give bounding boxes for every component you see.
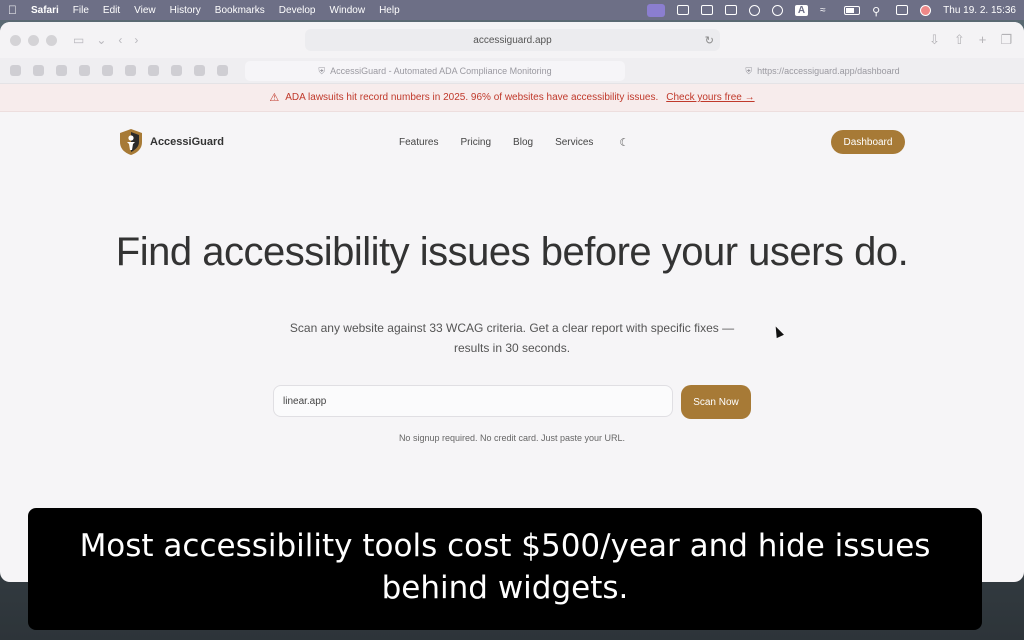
macos-menubar:  Safari File Edit View History Bookmark… [0, 0, 1024, 20]
announcement-banner: ⚠ ADA lawsuits hit record numbers in 202… [0, 84, 1024, 112]
nav-services[interactable]: Services [555, 137, 593, 148]
menu-bookmarks[interactable]: Bookmarks [215, 5, 265, 16]
menubar-clock[interactable]: Thu 19. 2. 15:36 [943, 5, 1016, 16]
scan-form: Scan Now [273, 385, 751, 419]
tab-accessiguard-home[interactable]: ⛨ AccessiGuard - Automated ADA Complianc… [245, 61, 625, 81]
shield-logo-icon [120, 129, 142, 155]
video-caption: Most accessibility tools cost $500/year … [28, 508, 982, 630]
reload-icon[interactable]: ↻ [705, 34, 714, 47]
favorites-and-tabs-bar: ⛨ AccessiGuard - Automated ADA Complianc… [0, 58, 1024, 84]
play-icon[interactable] [771, 4, 783, 16]
favorite-icon-2[interactable] [33, 65, 44, 76]
favorite-icon-1[interactable] [10, 65, 21, 76]
nav-pricing[interactable]: Pricing [460, 137, 491, 148]
nav-features[interactable]: Features [399, 137, 438, 148]
caption-line1: Most accessibility tools cost $500/year … [79, 528, 931, 564]
contrast-icon[interactable] [748, 4, 760, 16]
apple-icon[interactable]:  [8, 3, 17, 17]
battery-icon[interactable] [844, 5, 861, 15]
menu-view[interactable]: View [134, 5, 156, 16]
github-icon[interactable] [194, 65, 205, 76]
banner-text: ADA lawsuits hit record numbers in 2025.… [285, 92, 659, 103]
favorite-icon-6[interactable] [125, 65, 136, 76]
minimize-window-button[interactable] [28, 34, 39, 46]
grid-icon[interactable] [700, 5, 713, 15]
main-nav: Features Pricing Blog Services ☾ [399, 112, 629, 172]
share-icon[interactable]: ⇧ [954, 32, 965, 48]
favorite-icon-7[interactable] [148, 65, 159, 76]
tab-label: https://accessiguard.app/dashboard [757, 66, 900, 76]
url-input[interactable] [273, 385, 673, 417]
hero-title: Find accessibility issues before your us… [115, 230, 909, 274]
close-window-button[interactable] [10, 34, 21, 46]
input-source-icon[interactable]: A [794, 4, 809, 16]
dashboard-button[interactable]: Dashboard [831, 130, 905, 154]
menu-develop[interactable]: Develop [279, 5, 316, 16]
shield-icon: ⛨ [318, 65, 326, 76]
caption-line2: behind widgets. [381, 570, 629, 606]
sidebar-toggle-icon[interactable]: ▭ [73, 33, 84, 47]
control-center-icon[interactable] [896, 5, 909, 15]
hero-subtitle-line1: Scan any website against 33 WCAG criteri… [289, 321, 735, 335]
downloads-icon[interactable]: ⇩ [929, 32, 940, 48]
menubar-status-area: A ≈ ⚲ Thu 19. 2. 15:36 [646, 3, 1016, 18]
address-bar[interactable]: accessiguard.app ↻ [305, 29, 720, 51]
stage-manager-icon[interactable] [724, 5, 737, 15]
window-controls [10, 34, 57, 46]
zoom-window-button[interactable] [46, 34, 57, 46]
brand-logo[interactable]: AccessiGuard [118, 128, 224, 156]
back-icon[interactable]: ‹ [118, 33, 122, 47]
warning-icon: ⚠ [269, 92, 280, 104]
tab-dashboard[interactable]: ⛨ https://accessiguard.app/dashboard [630, 61, 1015, 81]
shield-icon: ⛨ [745, 65, 753, 76]
siri-icon[interactable] [920, 4, 932, 16]
wifi-icon[interactable]: ≈ [820, 5, 832, 16]
safari-toolbar: ▭ ⌄ ‹ › accessiguard.app ↻ ⇩ ⇧ + ❐ [0, 22, 1024, 58]
menu-window[interactable]: Window [330, 5, 366, 16]
app-status-icon[interactable] [676, 5, 689, 15]
hero-subtitle-line2: results in 30 seconds. [453, 341, 571, 355]
safari-window: ▭ ⌄ ‹ › accessiguard.app ↻ ⇩ ⇧ + ❐ ⛨ Acc… [0, 22, 1024, 582]
menu-history[interactable]: History [170, 5, 201, 16]
site-header: AccessiGuard Features Pricing Blog Servi… [0, 112, 1024, 172]
toolbar-actions: ⇩ ⇧ + ❐ [929, 32, 1012, 48]
menu-help[interactable]: Help [379, 5, 400, 16]
scan-now-button[interactable]: Scan Now [681, 385, 751, 419]
favorite-icon-8[interactable] [171, 65, 182, 76]
address-text: accessiguard.app [473, 34, 552, 46]
nav-blog[interactable]: Blog [513, 137, 533, 148]
tab-label: AccessiGuard - Automated ADA Compliance … [330, 66, 552, 76]
brand-name: AccessiGuard [150, 136, 224, 148]
menu-safari[interactable]: Safari [31, 5, 59, 16]
check-free-link[interactable]: Check yours free → [666, 92, 754, 103]
search-icon[interactable]: ⚲ [872, 5, 884, 18]
forward-icon[interactable]: › [134, 33, 138, 47]
menu-file[interactable]: File [73, 5, 89, 16]
hero-section: Find accessibility issues before your us… [0, 230, 1024, 275]
favorite-icon-3[interactable] [56, 65, 67, 76]
screen-mirroring-icon[interactable] [646, 3, 665, 17]
hero-subtitle: Scan any website against 33 WCAG criteri… [0, 318, 1024, 358]
favorite-icon-5[interactable] [102, 65, 113, 76]
new-tab-icon[interactable]: + [979, 32, 987, 48]
scan-hint: No signup required. No credit card. Just… [398, 433, 626, 443]
moon-icon[interactable]: ☾ [619, 136, 629, 149]
menu-edit[interactable]: Edit [103, 5, 120, 16]
chevron-down-icon[interactable]: ⌄ [96, 33, 106, 47]
favorite-icon-10[interactable] [217, 65, 228, 76]
tab-overview-icon[interactable]: ❐ [1000, 32, 1012, 48]
favorite-icon-4[interactable] [79, 65, 90, 76]
